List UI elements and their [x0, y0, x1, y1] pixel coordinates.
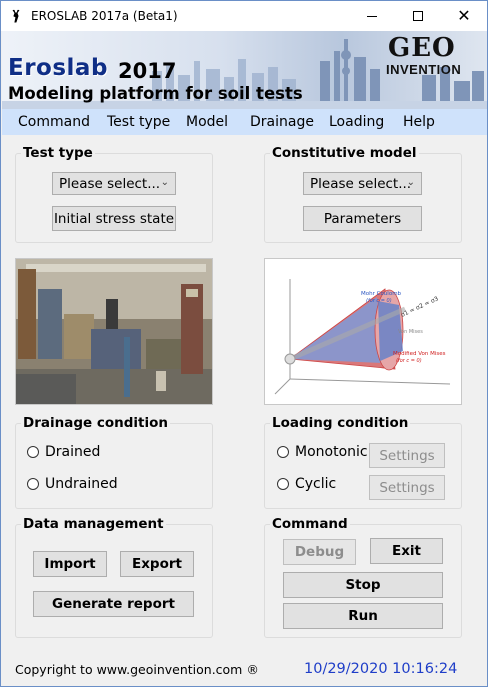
lab-photo: [15, 258, 213, 405]
close-icon: ✕: [457, 8, 471, 25]
brand-subtitle: Modeling platform for soil tests: [8, 84, 303, 103]
menu-help[interactable]: Help: [403, 114, 435, 130]
maximize-button[interactable]: [395, 1, 441, 31]
test-type-select[interactable]: Please select... ⌄: [52, 172, 176, 195]
menu-bar: Command Test type Model Drainage Loading…: [2, 109, 487, 135]
copyright-text: Copyright to www.geoinvention.com ®: [15, 662, 259, 677]
data-management-title: Data management: [21, 516, 166, 532]
minimize-button[interactable]: [349, 1, 395, 31]
drained-radio[interactable]: Drained: [27, 444, 100, 460]
data-management-group: [15, 524, 213, 638]
monotonic-label: Monotonic: [295, 444, 368, 460]
hydrostatic-axis-label: σ1 = σ2 = σ3: [400, 295, 440, 319]
exit-button[interactable]: Exit: [370, 538, 443, 564]
drainage-group: [15, 423, 213, 509]
radio-circle[interactable]: [277, 478, 289, 490]
deer-icon: [12, 9, 20, 23]
constitutive-model-select[interactable]: Please select... ⌄: [303, 172, 422, 195]
menu-test-type[interactable]: Test type: [107, 114, 170, 130]
von-mises-label: Von Mises: [398, 329, 423, 335]
loading-title: Loading condition: [270, 415, 411, 431]
lab-photo-image: [16, 259, 212, 404]
constitutive-model-select-value: Please select...: [310, 175, 412, 192]
monotonic-radio[interactable]: Monotonic: [277, 444, 368, 460]
generate-report-button[interactable]: Generate report: [33, 591, 194, 617]
cyclic-label: Cyclic: [295, 476, 337, 492]
menu-command[interactable]: Command: [18, 114, 90, 130]
header-banner: Eroslab 2017 Modeling platform for soil …: [2, 31, 487, 109]
window-title: EROSLAB 2017a (Beta1): [31, 9, 178, 23]
radio-circle[interactable]: [27, 446, 39, 458]
mohr-coulomb-label: Mohr Coulomb: [361, 291, 402, 297]
menu-loading[interactable]: Loading: [329, 114, 384, 130]
drainage-title: Drainage condition: [21, 415, 170, 431]
modified-von-mises-condition: (for c = 0): [396, 358, 422, 364]
yield-surface-diagram: Mohr Coulomb (for c = 0) σ1 = σ2 = σ3 Vo…: [264, 258, 462, 405]
minimize-icon: [367, 15, 377, 17]
datetime-display: 10/29/2020 10:16:24: [304, 661, 458, 677]
brand-title: Eroslab: [8, 55, 108, 81]
chevron-down-icon: ⌄: [406, 177, 415, 188]
menu-drainage[interactable]: Drainage: [250, 114, 314, 130]
chevron-down-icon: ⌄: [160, 177, 169, 188]
drained-label: Drained: [45, 444, 101, 460]
mohr-coulomb-condition: (for c = 0): [366, 298, 392, 304]
radio-circle[interactable]: [27, 478, 39, 490]
geoinvention-logo: GEO: [388, 33, 456, 63]
undrained-label: Undrained: [45, 476, 118, 492]
command-title: Command: [270, 516, 350, 532]
stop-button[interactable]: Stop: [283, 572, 443, 598]
test-type-title: Test type: [21, 145, 95, 161]
yield-surface-image: Mohr Coulomb (for c = 0) σ1 = σ2 = σ3 Vo…: [274, 279, 451, 395]
undrained-radio[interactable]: Undrained: [27, 476, 118, 492]
modified-von-mises-label: Modified Von Mises: [393, 351, 446, 357]
test-type-select-value: Please select...: [59, 175, 161, 192]
radio-circle[interactable]: [277, 446, 289, 458]
import-button[interactable]: Import: [33, 551, 107, 577]
title-bar[interactable]: EROSLAB 2017a (Beta1) ✕: [1, 1, 487, 31]
menu-model[interactable]: Model: [186, 114, 228, 130]
parameters-button[interactable]: Parameters: [303, 206, 422, 231]
maximize-icon: [413, 11, 423, 21]
brand-year: 2017: [118, 59, 177, 83]
cyclic-radio[interactable]: Cyclic: [277, 476, 336, 492]
close-button[interactable]: ✕: [441, 1, 487, 31]
run-button[interactable]: Run: [283, 603, 443, 629]
export-button[interactable]: Export: [120, 551, 194, 577]
debug-button[interactable]: Debug: [283, 539, 356, 565]
monotonic-settings-button[interactable]: Settings: [369, 443, 445, 468]
app-window: EROSLAB 2017a (Beta1) ✕ Eroslab 2017 Mod…: [0, 0, 488, 687]
initial-stress-state-button[interactable]: Initial stress state: [52, 206, 176, 231]
cyclic-settings-button[interactable]: Settings: [369, 475, 445, 500]
constitutive-model-title: Constitutive model: [270, 145, 419, 161]
logo-invention-text: INVENTION: [386, 62, 462, 77]
